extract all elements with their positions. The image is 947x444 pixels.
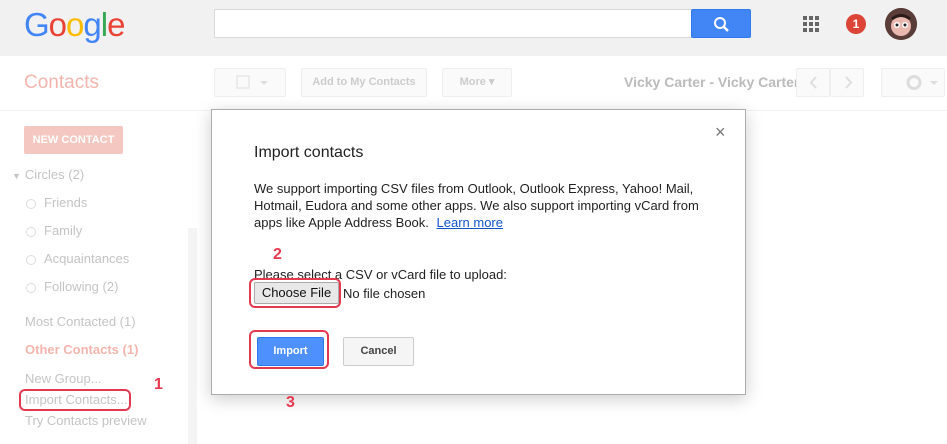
circle-icon	[26, 226, 36, 237]
annotation-box-choose-file	[249, 278, 341, 308]
annotation-number-1: 1	[154, 376, 163, 393]
learn-more-link[interactable]: Learn more	[437, 215, 503, 230]
sidebar-item-friends[interactable]: Friends	[26, 195, 87, 210]
sidebar-item-new-group[interactable]: New Group...	[25, 371, 102, 386]
add-to-my-contacts-button[interactable]: Add to My Contacts	[301, 68, 427, 97]
more-button[interactable]: More ▾	[442, 68, 512, 97]
dialog-description: We support importing CSV files from Outl…	[254, 181, 699, 230]
checkbox-icon	[236, 75, 268, 89]
search-icon	[714, 17, 729, 32]
search-input[interactable]	[214, 9, 692, 38]
circles-header[interactable]: ▼ Circles (2)	[12, 167, 84, 182]
sidebar-item-family[interactable]: Family	[26, 223, 82, 238]
sidebar-item-try-preview[interactable]: Try Contacts preview	[25, 413, 147, 428]
search-button[interactable]	[691, 9, 751, 38]
apps-grid-icon[interactable]	[803, 16, 819, 32]
notification-badge[interactable]: 1	[846, 14, 866, 34]
circle-icon	[26, 198, 36, 209]
circle-icon	[26, 282, 36, 293]
file-status-text: No file chosen	[343, 286, 426, 301]
google-logo[interactable]: Google	[24, 6, 125, 44]
new-contact-button[interactable]: NEW CONTACT	[24, 126, 123, 154]
close-icon[interactable]: ×	[715, 122, 726, 143]
prev-button[interactable]	[796, 68, 830, 97]
next-button[interactable]	[830, 68, 864, 97]
sidebar-item-most-contacted[interactable]: Most Contacted (1)	[25, 314, 136, 329]
chevron-left-icon	[809, 76, 817, 89]
select-checkbox-dropdown[interactable]	[214, 68, 286, 97]
circle-icon	[26, 254, 36, 265]
top-bar: Google 1	[0, 0, 947, 56]
page-title[interactable]: Contacts	[24, 72, 99, 94]
settings-button[interactable]	[881, 68, 945, 97]
sidebar-item-acquaintances[interactable]: Acquaintances	[26, 251, 129, 266]
chevron-right-icon	[845, 76, 853, 89]
triangle-down-icon: ▼	[12, 171, 21, 181]
annotation-number-3: 3	[286, 394, 295, 411]
cancel-button[interactable]: Cancel	[343, 337, 414, 366]
annotation-box-import	[249, 330, 329, 369]
sidebar-item-other-contacts[interactable]: Other Contacts (1)	[25, 342, 138, 357]
sidebar-scrollbar[interactable]	[188, 228, 197, 444]
annotation-box-import-contacts	[19, 389, 131, 411]
gear-icon	[906, 75, 938, 90]
contact-name-label: Vicky Carter - Vicky Carter	[624, 74, 800, 90]
sidebar-item-following[interactable]: Following (2)	[26, 279, 118, 294]
annotation-number-2: 2	[273, 246, 282, 263]
avatar[interactable]	[885, 8, 917, 40]
dialog-title: Import contacts	[254, 144, 364, 161]
